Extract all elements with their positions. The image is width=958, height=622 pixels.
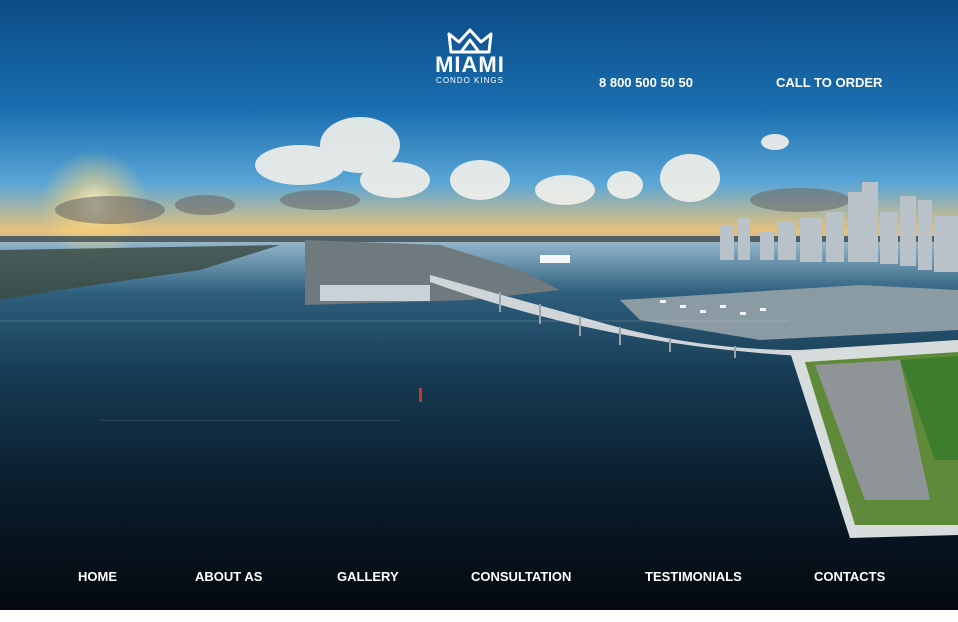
call-to-order-button[interactable]: CALL TO ORDER (776, 75, 882, 90)
brand-logo[interactable]: MIAMI CONDO KINGS (420, 28, 520, 92)
nav-contacts[interactable]: CONTACTS (814, 569, 885, 584)
main-navigation: HOME ABOUT AS GALLERY CONSULTATION TESTI… (0, 569, 958, 589)
nav-consultation[interactable]: CONSULTATION (471, 569, 571, 584)
nav-about[interactable]: ABOUT AS (195, 569, 262, 584)
nav-home[interactable]: HOME (78, 569, 117, 584)
nav-testimonials[interactable]: TESTIMONIALS (645, 569, 742, 584)
phone-number[interactable]: 8 800 500 50 50 (599, 75, 693, 90)
brand-name: MIAMI (435, 52, 505, 77)
hero-section: MIAMI CONDO KINGS 8 800 500 50 50 CALL T… (0, 0, 958, 610)
crown-icon (447, 28, 493, 54)
brand-subtitle: CONDO KINGS (436, 76, 504, 85)
nav-gallery[interactable]: GALLERY (337, 569, 399, 584)
